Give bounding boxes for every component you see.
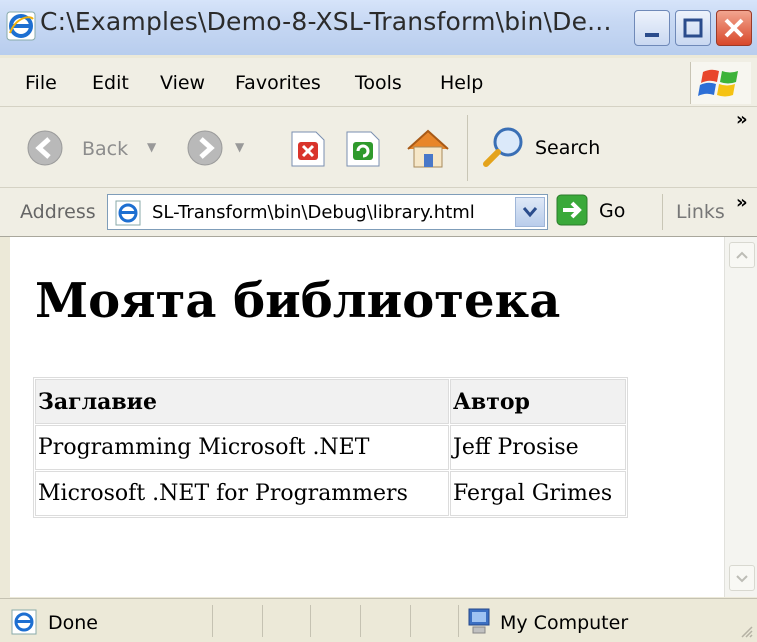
close-button[interactable] (716, 10, 752, 46)
status-separator (360, 605, 361, 637)
go-label: Go (599, 200, 626, 222)
address-separator (662, 194, 663, 230)
library-table: Заглавие Автор Programming Microsoft .NE… (33, 377, 628, 518)
back-button[interactable]: Back ▼ (25, 128, 156, 168)
chevron-down-icon (736, 575, 748, 583)
toolbar: Back ▼ ▼ Search » (0, 107, 757, 188)
menu-help[interactable]: Help (440, 72, 483, 94)
back-dropdown-icon[interactable]: ▼ (147, 140, 156, 154)
address-label: Address (20, 201, 96, 223)
vertical-scrollbar[interactable] (724, 237, 757, 597)
chevron-up-icon (736, 251, 748, 259)
window-title: C:\Examples\Demo-8-XSL-Transform\bin\De.… (40, 7, 612, 36)
window-left-border (0, 237, 10, 597)
search-icon (483, 127, 523, 167)
resize-grip-icon[interactable] (740, 625, 754, 639)
table-cell: Fergal Grimes (450, 471, 626, 516)
status-separator (262, 605, 263, 637)
toolbar-overflow-icon[interactable]: » (736, 109, 748, 130)
column-header-author: Автор (450, 379, 626, 424)
toolbar-separator (467, 115, 468, 181)
back-arrow-icon (27, 130, 63, 166)
status-separator (410, 605, 411, 637)
menu-view[interactable]: View (160, 72, 205, 94)
address-bar: Address SL-Transform\bin\Debug\library.h… (0, 188, 757, 237)
column-header-title: Заглавие (35, 379, 449, 424)
links-label[interactable]: Links (676, 201, 725, 223)
page-icon (11, 609, 37, 635)
table-cell: Microsoft .NET for Programmers (35, 471, 449, 516)
forward-dropdown-icon[interactable]: ▼ (235, 140, 244, 154)
refresh-icon[interactable] (345, 130, 381, 168)
home-icon[interactable] (405, 127, 451, 169)
status-bar: Done My Computer (0, 598, 757, 642)
table-cell: Jeff Prosise (450, 425, 626, 470)
menu-bar: File Edit View Favorites Tools Help (0, 58, 757, 107)
status-separator (458, 605, 459, 637)
title-bar[interactable]: C:\Examples\Demo-8-XSL-Transform\bin\De.… (0, 0, 757, 55)
windows-flag-icon (698, 69, 738, 97)
table-row: Microsoft .NET for Programmers Fergal Gr… (35, 471, 626, 516)
search-label: Search (535, 137, 601, 159)
table-header-row: Заглавие Автор (35, 379, 626, 424)
security-zone-label: My Computer (500, 612, 629, 634)
forward-button[interactable]: ▼ (185, 128, 265, 168)
page-content: Моята библиотека Заглавие Автор Programm… (10, 237, 724, 597)
maximize-icon (683, 18, 703, 38)
back-label: Back (82, 138, 129, 160)
links-overflow-icon[interactable]: » (736, 192, 748, 213)
computer-icon (468, 608, 490, 634)
maximize-button[interactable] (675, 10, 711, 46)
scroll-down-button[interactable] (729, 565, 755, 591)
table-cell: Programming Microsoft .NET (35, 425, 449, 470)
table-row: Programming Microsoft .NET Jeff Prosise (35, 425, 626, 470)
browser-window: C:\Examples\Demo-8-XSL-Transform\bin\De.… (0, 0, 757, 642)
scroll-up-button[interactable] (729, 242, 755, 268)
page-icon (115, 200, 141, 226)
menu-file[interactable]: File (25, 72, 57, 94)
menu-edit[interactable]: Edit (92, 72, 129, 94)
forward-arrow-icon (187, 130, 223, 166)
menu-tools[interactable]: Tools (355, 72, 402, 94)
chevron-down-icon (522, 207, 538, 218)
search-button[interactable]: Search (480, 125, 620, 169)
minimize-button[interactable] (634, 10, 670, 46)
go-button[interactable]: Go (556, 194, 636, 230)
address-dropdown-button[interactable] (515, 197, 545, 227)
status-separator (310, 605, 311, 637)
minimize-icon (645, 33, 659, 37)
windows-logo (690, 62, 751, 104)
status-separator (212, 605, 213, 637)
page-title: Моята библиотека (35, 273, 561, 329)
address-url: SL-Transform\bin\Debug\library.html (152, 202, 475, 223)
close-icon (724, 18, 744, 38)
go-arrow-icon (556, 194, 588, 226)
menu-favorites[interactable]: Favorites (235, 72, 321, 94)
ie-icon (6, 11, 36, 41)
address-field[interactable]: SL-Transform\bin\Debug\library.html (107, 194, 548, 230)
stop-icon[interactable] (290, 130, 326, 168)
status-text: Done (48, 612, 98, 634)
